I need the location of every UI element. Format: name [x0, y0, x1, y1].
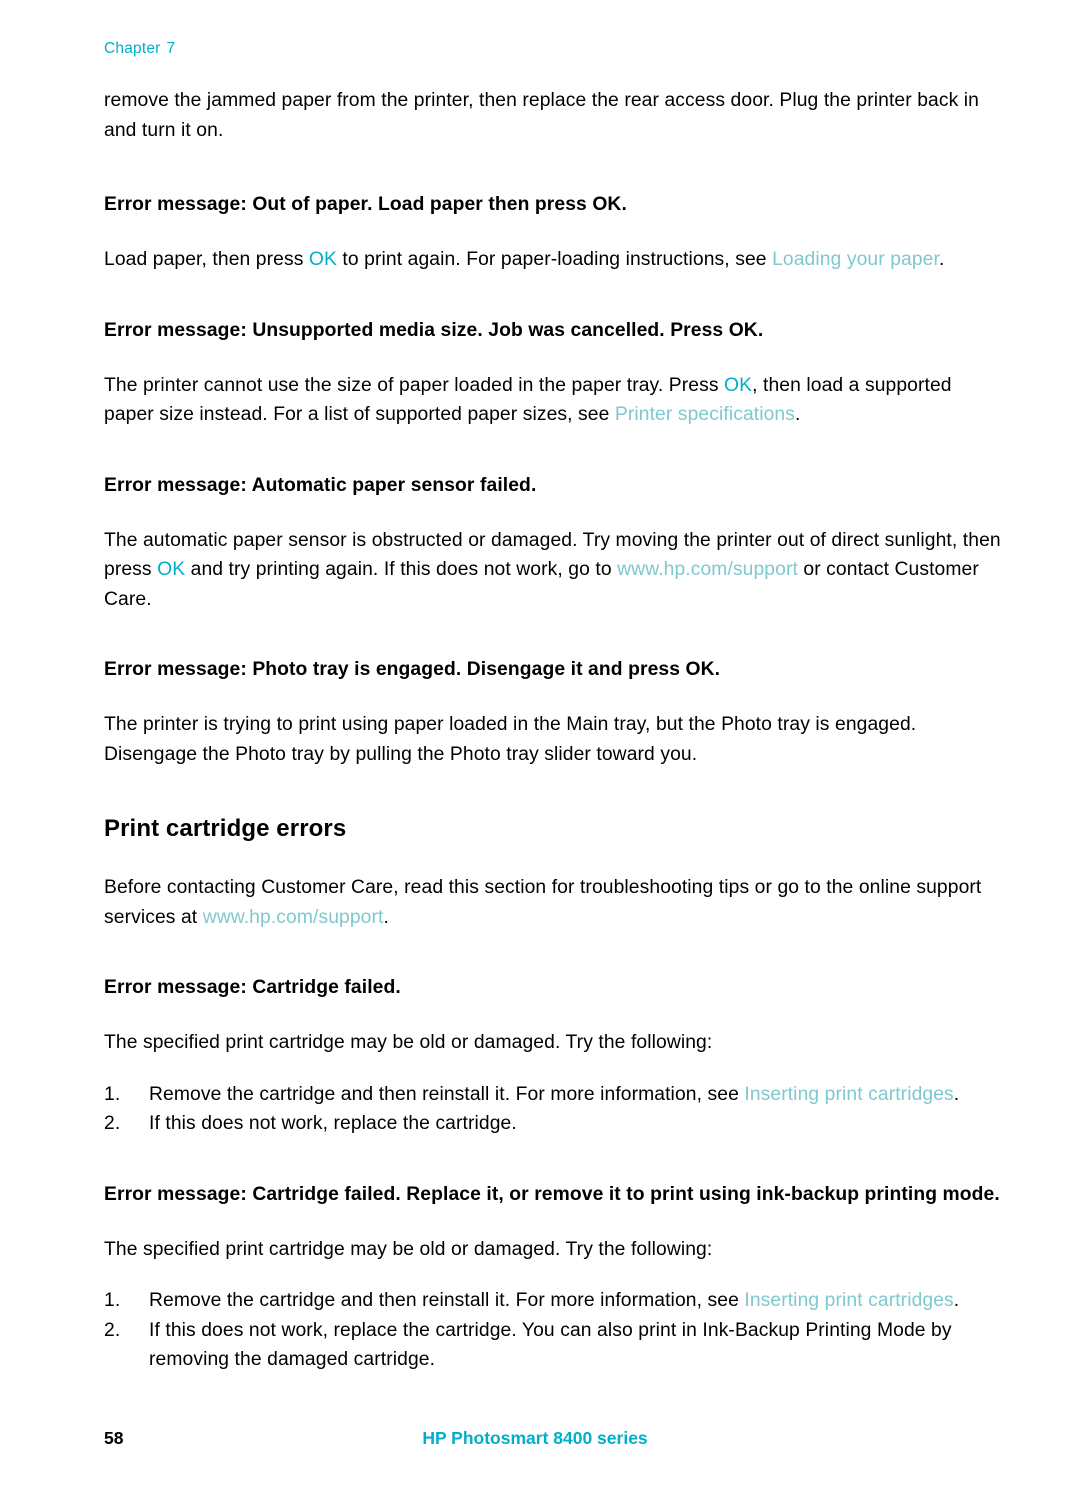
list-item: 1. Remove the cartridge and then reinstal… [104, 1286, 1004, 1316]
list-item: 1. Remove the cartridge and then reinstal… [104, 1080, 1004, 1110]
list-item-text-a: Remove the cartridge and then reinstall … [149, 1290, 745, 1311]
intro-paragraph: remove the jammed paper from the printer… [104, 90, 979, 141]
error-heading-unsupported-media: Error message: Unsupported media size. J… [104, 319, 764, 341]
error-heading-cartridge-failed: Error message: Cartridge failed. [104, 977, 401, 998]
error-heading-out-of-paper: Error message: Out of paper. Load paper … [104, 194, 627, 215]
document-page: Chapter 7 remove the jammed paper from th… [0, 0, 1080, 1495]
err1-text-b: to print again. For paper-loading instru… [336, 249, 773, 270]
chapter-header: Chapter 7 [104, 40, 175, 58]
list-item-text-b: . [953, 1290, 960, 1311]
error-body-unsupported-media: The printer cannot use the size of paper… [104, 371, 1004, 430]
list-item: 2. If this does not work, replace the car… [104, 1316, 1004, 1375]
error-body-out-of-paper: Load paper, then press OK to print again… [104, 245, 1004, 275]
ok-keyword: OK [308, 249, 337, 270]
error-body-cartridge-failed-ink-backup: The specified print cartridge may be old… [104, 1238, 713, 1260]
error-heading-cartridge-failed-ink-backup: Error message: Cartridge failed. Replace… [104, 1183, 1000, 1205]
cartridge-failed-steps: 1. Remove the cartridge and then reinstal… [104, 1080, 1004, 1139]
err1-text-c: . [938, 249, 945, 270]
error-body-photo-tray: The printer is trying to print using pap… [104, 714, 917, 765]
cartridge-failed-ink-backup-steps: 1. Remove the cartridge and then reinstal… [104, 1286, 1004, 1375]
list-item-number: 1. [104, 1290, 121, 1311]
list-item: 2. If this does not work, replace the car… [104, 1109, 1004, 1139]
list-item-number: 2. [104, 1113, 121, 1134]
list-item-text-a: Remove the cartridge and then reinstall … [149, 1083, 745, 1105]
footer-product-title: HP Photosmart 8400 series [422, 1428, 648, 1448]
link-loading-your-paper[interactable]: Loading your paper [772, 249, 939, 270]
list-item-text: If this does not work, replace the cartr… [149, 1113, 517, 1134]
page-content: remove the jammed paper from the printer… [104, 86, 1004, 1375]
section-text-b: . [383, 906, 389, 928]
err3-text-b: and try printing again. If this does not… [185, 559, 618, 580]
error-heading-photo-tray: Error message: Photo tray is engaged. Di… [104, 659, 721, 680]
chapter-word: Chapter [104, 40, 161, 57]
err2-text-c: . [795, 404, 801, 425]
list-item-text-b: . [953, 1083, 960, 1105]
section-title-print-cartridge-errors: Print cartridge errors [104, 815, 347, 842]
link-hp-support[interactable]: www.hp.com/support [617, 559, 798, 580]
error-body-cartridge-failed: The specified print cartridge may be old… [104, 1032, 713, 1053]
link-inserting-print-cartridges[interactable]: Inserting print cartridges [744, 1084, 953, 1105]
link-inserting-print-cartridges[interactable]: Inserting print cartridges [744, 1290, 953, 1311]
list-item-text: If this does not work, replace the cartr… [149, 1319, 952, 1371]
chapter-number: 7 [166, 40, 176, 57]
ok-keyword: OK [724, 374, 753, 396]
ok-keyword: OK [157, 559, 186, 580]
link-printer-specifications[interactable]: Printer specifications [615, 404, 795, 425]
link-hp-support[interactable]: www.hp.com/support [203, 907, 384, 928]
err2-text-a: The printer cannot use the size of paper… [104, 374, 725, 396]
err1-text-a: Load paper, then press [104, 249, 309, 270]
error-heading-paper-sensor: Error message: Automatic paper sensor fa… [104, 474, 537, 496]
error-body-paper-sensor: The automatic paper sensor is obstructed… [104, 526, 1004, 615]
list-item-number: 2. [104, 1319, 121, 1341]
section-intro-paragraph: Before contacting Customer Care, read th… [104, 873, 1004, 932]
list-item-number: 1. [104, 1083, 121, 1105]
